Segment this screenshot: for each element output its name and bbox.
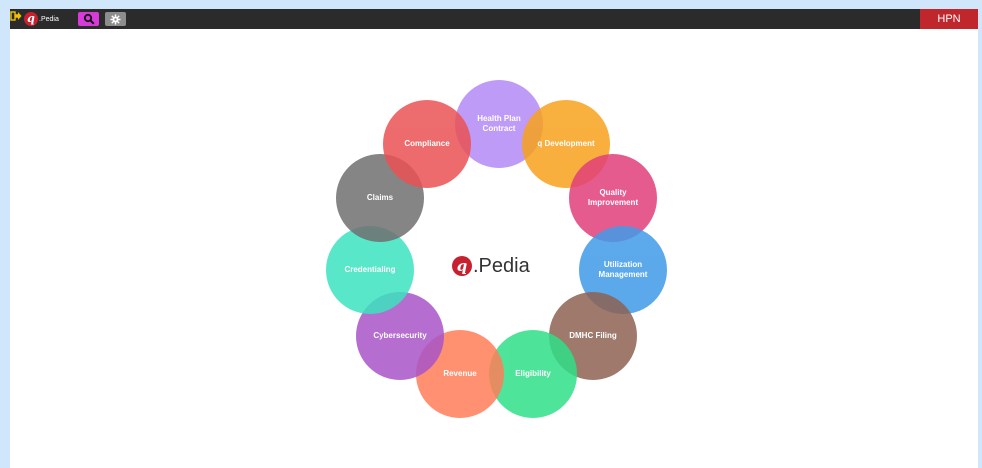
topic-label: Revenue	[443, 369, 477, 378]
topic-label: DMHC Filing	[569, 331, 617, 340]
topic-label: Compliance	[404, 139, 450, 148]
qpedia-mark-icon: q	[452, 256, 472, 276]
topic-label: Utilization Management	[598, 260, 648, 279]
center-logo: q .Pedia	[452, 254, 530, 278]
topic-label: Cybersecurity	[373, 331, 427, 340]
topic-compliance[interactable]: Compliance	[383, 100, 471, 188]
app-frame: q .Pedia HPN Health Plan Contract q Deve…	[10, 9, 978, 468]
topic-label: q Development	[537, 139, 595, 148]
topic-wheel: Health Plan Contract q Development Quali…	[10, 9, 978, 468]
center-logo-text: .Pedia	[473, 254, 530, 277]
topic-label: Eligibility	[515, 369, 551, 378]
topic-label: Quality Improvement	[587, 188, 639, 207]
topic-label: Claims	[366, 193, 394, 202]
topic-label: Credentialing	[344, 265, 396, 274]
